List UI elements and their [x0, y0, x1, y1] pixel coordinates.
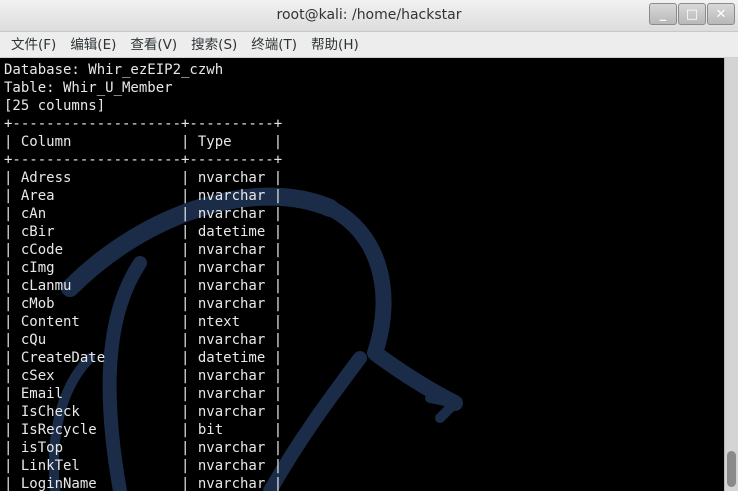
menu-help[interactable]: 帮助(H) [304, 32, 366, 58]
terminal-line: | CreateDate | datetime | [4, 350, 283, 366]
terminal-line: | Adress | nvarchar | [4, 170, 283, 186]
terminal-line: | Content | ntext | [4, 314, 283, 330]
menu-view[interactable]: 查看(V) [123, 32, 184, 58]
menu-file[interactable]: 文件(F) [4, 32, 63, 58]
minimize-button[interactable]: _ [649, 3, 677, 25]
terminal-line: | cSex | nvarchar | [4, 368, 283, 384]
minimize-icon: _ [659, 6, 667, 22]
vertical-scrollbar[interactable] [724, 58, 738, 491]
terminal-line: | IsRecycle | bit | [4, 422, 283, 438]
terminal-line: +--------------------+----------+ [4, 116, 283, 132]
menu-search[interactable]: 搜索(S) [184, 32, 244, 58]
window-controls: _ □ ✕ [649, 3, 735, 25]
terminal-line: | LinkTel | nvarchar | [4, 458, 283, 474]
terminal-line: | cLanmu | nvarchar | [4, 278, 283, 294]
terminal-line: | Email | nvarchar | [4, 386, 283, 402]
terminal-line: | cBir | datetime | [4, 224, 283, 240]
terminal-line: +--------------------+----------+ [4, 152, 283, 168]
maximize-icon: □ [685, 6, 699, 22]
terminal-line: | cImg | nvarchar | [4, 260, 283, 276]
terminal-line: | isTop | nvarchar | [4, 440, 283, 456]
terminal-line: | IsCheck | nvarchar | [4, 404, 283, 420]
terminal-line: | cMob | nvarchar | [4, 296, 283, 312]
terminal-line: [25 columns] [4, 98, 106, 114]
terminal-line: | Area | nvarchar | [4, 188, 283, 204]
close-icon: ✕ [715, 6, 727, 22]
terminal-window: root@kali: /home/hackstar _ □ ✕ 文件(F) 编辑… [0, 0, 738, 491]
maximize-button[interactable]: □ [678, 3, 706, 25]
terminal-line: | Column | Type | [4, 134, 283, 150]
close-button[interactable]: ✕ [707, 3, 735, 25]
terminal-output-area[interactable]: Database: Whir_ezEIP2_czwh Table: Whir_U_… [0, 58, 724, 491]
menu-bar: 文件(F) 编辑(E) 查看(V) 搜索(S) 终端(T) 帮助(H) [0, 32, 738, 58]
menu-terminal[interactable]: 终端(T) [244, 32, 304, 58]
title-bar[interactable]: root@kali: /home/hackstar _ □ ✕ [0, 0, 738, 32]
menu-edit[interactable]: 编辑(E) [63, 32, 123, 58]
terminal-line: | LoginName | nvarchar | [4, 476, 283, 491]
terminal-text: Database: Whir_ezEIP2_czwh Table: Whir_U_… [4, 61, 282, 491]
terminal-line: | cQu | nvarchar | [4, 332, 283, 348]
terminal-line: Table: Whir_U_Member [4, 80, 173, 96]
terminal-line: | cAn | nvarchar | [4, 206, 283, 222]
terminal-line: | cCode | nvarchar | [4, 242, 283, 258]
window-title: root@kali: /home/hackstar [276, 7, 462, 23]
terminal-line: Database: Whir_ezEIP2_czwh [4, 62, 224, 78]
scrollbar-thumb[interactable] [727, 451, 736, 487]
